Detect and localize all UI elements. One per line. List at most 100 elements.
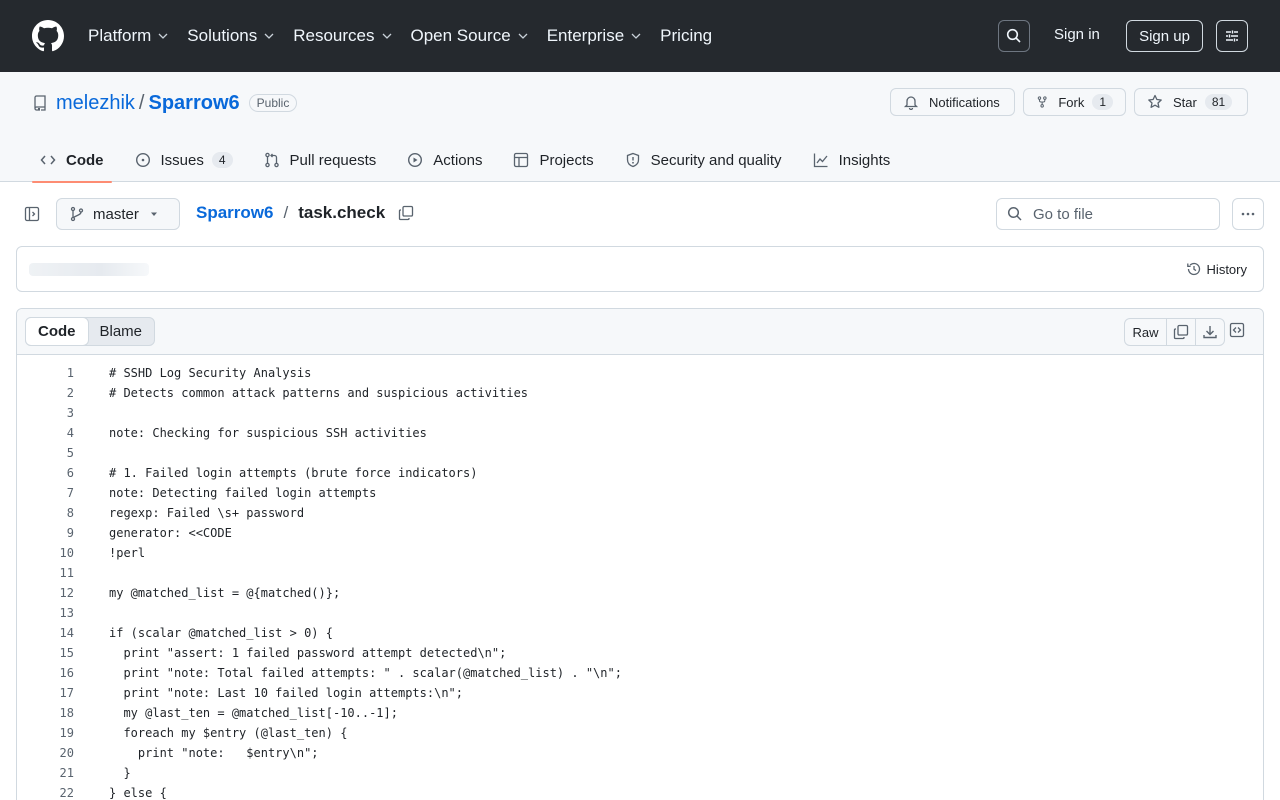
breadcrumb-separator: / xyxy=(283,203,289,222)
line-number[interactable]: 17 xyxy=(17,686,74,700)
code-line: 16 print "note: Total failed attempts: "… xyxy=(17,663,1263,683)
repo-icon xyxy=(34,95,46,111)
repo-owner-link[interactable]: melezhik xyxy=(56,92,135,115)
line-number[interactable]: 10 xyxy=(17,546,74,560)
star-button[interactable]: Star 81 xyxy=(1134,88,1248,116)
line-number[interactable]: 1 xyxy=(17,366,74,380)
nav-open-source[interactable]: Open Source xyxy=(411,26,529,46)
more-options-button[interactable] xyxy=(1232,198,1264,230)
tab-pull-requests[interactable]: Pull requests xyxy=(256,138,385,182)
star-count: 81 xyxy=(1204,94,1233,110)
repo-name-link[interactable]: Sparrow6 xyxy=(148,92,239,115)
tab-code[interactable]: Code xyxy=(32,138,112,183)
code-line: 10 !perl xyxy=(17,543,1263,563)
nav-enterprise[interactable]: Enterprise xyxy=(547,26,642,46)
star-label: Star xyxy=(1173,94,1197,110)
code-line: 7 note: Detecting failed login attempts xyxy=(17,483,1263,503)
download-icon xyxy=(1203,326,1217,339)
code-line: 5 xyxy=(17,443,1263,463)
breadcrumb: Sparrow6 / task.check xyxy=(196,203,414,223)
line-number[interactable]: 20 xyxy=(17,746,74,760)
visibility-badge: Public xyxy=(248,94,298,112)
graph-icon xyxy=(813,153,828,168)
branch-select-button[interactable]: master xyxy=(56,198,180,230)
tab-label: Insights xyxy=(838,151,891,169)
tab-issues[interactable]: Issues 4 xyxy=(127,138,241,182)
breadcrumb-repo-link[interactable]: Sparrow6 xyxy=(196,203,273,223)
repo-header: melezhik / Sparrow6 Public Notifications… xyxy=(0,72,1280,183)
code-icon xyxy=(40,155,56,165)
line-number[interactable]: 15 xyxy=(17,646,74,660)
tab-security[interactable]: Security and quality xyxy=(617,138,790,182)
view-mode-toggle: Code Blame xyxy=(25,317,156,346)
line-number[interactable]: 7 xyxy=(17,486,74,500)
line-number[interactable]: 18 xyxy=(17,706,74,720)
line-number[interactable]: 2 xyxy=(17,386,74,400)
nav-label: Pricing xyxy=(660,26,713,45)
line-number[interactable]: 3 xyxy=(17,406,74,420)
copy-raw-button[interactable] xyxy=(1167,319,1196,345)
nav-solutions[interactable]: Solutions xyxy=(187,26,275,46)
repo-forked-icon xyxy=(1037,96,1047,108)
line-number[interactable]: 21 xyxy=(17,766,74,780)
history-icon xyxy=(1186,262,1200,276)
line-number[interactable]: 22 xyxy=(17,786,74,800)
nav-platform[interactable]: Platform xyxy=(88,26,169,46)
line-number[interactable]: 6 xyxy=(17,466,74,480)
copy-path-icon[interactable] xyxy=(398,205,414,221)
line-number[interactable]: 9 xyxy=(17,526,74,540)
line-number[interactable]: 11 xyxy=(17,566,74,580)
tab-projects[interactable]: Projects xyxy=(505,138,601,182)
line-number[interactable]: 5 xyxy=(17,446,74,460)
git-branch-icon xyxy=(70,206,84,222)
star-icon xyxy=(1148,94,1162,108)
bell-icon xyxy=(903,96,919,110)
chevron-down-icon xyxy=(158,33,168,39)
git-pull-request-icon xyxy=(264,152,279,168)
blame-view-button[interactable]: Blame xyxy=(88,318,155,345)
kebab-horizontal-icon xyxy=(1241,212,1255,216)
triangle-down-icon xyxy=(150,212,157,216)
code-line: 22} else { xyxy=(17,783,1263,800)
search-button[interactable] xyxy=(998,20,1030,52)
line-content: print "note: $entry\n"; xyxy=(109,746,319,760)
line-number[interactable]: 19 xyxy=(17,726,74,740)
file-tree-toggle-button[interactable] xyxy=(16,198,48,230)
tab-actions[interactable]: Actions xyxy=(399,138,490,182)
go-to-file-placeholder: Go to file xyxy=(1033,205,1094,223)
go-to-file-input[interactable]: Go to file xyxy=(996,198,1220,230)
nav-label: Enterprise xyxy=(546,26,625,45)
fork-button[interactable]: Fork 1 xyxy=(1023,88,1126,116)
tab-insights[interactable]: Insights xyxy=(805,138,899,182)
issue-opened-icon xyxy=(135,152,150,168)
symbols-panel-icon[interactable] xyxy=(1229,322,1245,338)
sign-up-button[interactable]: Sign up xyxy=(1126,20,1203,52)
sidebar-expand-icon xyxy=(24,206,40,222)
code-view-button[interactable]: Code xyxy=(25,317,89,346)
nav-resources[interactable]: Resources xyxy=(293,26,392,46)
branch-name: master xyxy=(93,205,139,223)
fork-label: Fork xyxy=(1058,94,1085,110)
line-number[interactable]: 14 xyxy=(17,626,74,640)
global-header: Platform Solutions Resources Open Source… xyxy=(0,0,1280,72)
download-button[interactable] xyxy=(1196,319,1224,345)
code-line: 6 # 1. Failed login attempts (brute force… xyxy=(17,463,1263,483)
raw-button[interactable]: Raw xyxy=(1125,319,1167,345)
github-logo-icon[interactable] xyxy=(32,20,64,52)
tab-label: Issues xyxy=(160,151,204,169)
line-number[interactable]: 12 xyxy=(17,586,74,600)
notifications-button[interactable]: Notifications xyxy=(890,88,1015,116)
line-content: !perl xyxy=(109,546,146,560)
line-number[interactable]: 16 xyxy=(17,666,74,680)
appearance-settings-button[interactable] xyxy=(1216,20,1248,52)
code-viewer-toolbar: Code Blame Raw xyxy=(17,309,1263,355)
nav-pricing[interactable]: Pricing xyxy=(660,26,712,46)
fork-count: 1 xyxy=(1092,94,1113,110)
line-number[interactable]: 8 xyxy=(17,506,74,520)
line-number[interactable]: 4 xyxy=(17,426,74,440)
global-nav: Platform Solutions Resources Open Source… xyxy=(88,0,730,72)
nav-label: Solutions xyxy=(187,26,258,45)
line-number[interactable]: 13 xyxy=(17,606,74,620)
sign-in-link[interactable]: Sign in xyxy=(1054,26,1100,43)
history-button[interactable]: History xyxy=(1186,261,1247,277)
